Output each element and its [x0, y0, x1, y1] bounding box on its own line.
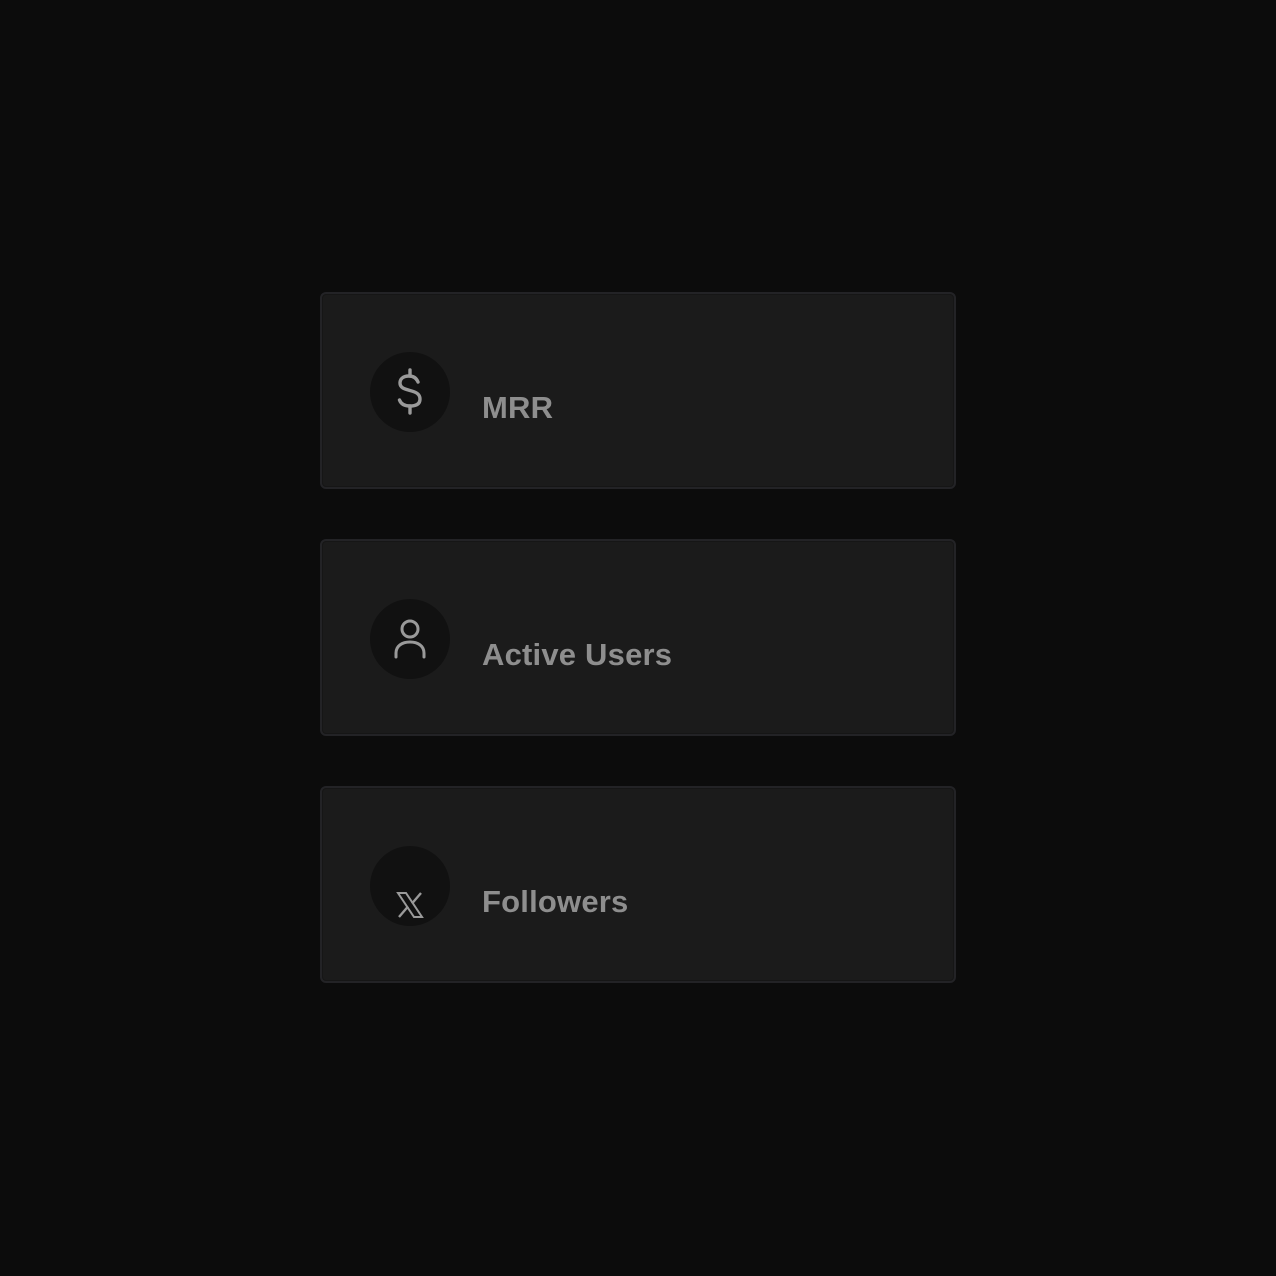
metric-card-active-users: Active Users [320, 539, 956, 736]
x-logo-icon [370, 846, 450, 926]
metric-card-mrr: MRR [320, 292, 956, 489]
metric-label: MRR [482, 390, 554, 425]
metric-label: Followers [482, 884, 629, 919]
metric-card-followers: Followers [320, 786, 956, 983]
metric-label: Active Users [482, 637, 673, 672]
metric-cards: MRR Active Users Followers [320, 292, 956, 983]
user-icon [370, 599, 450, 679]
dollar-icon [370, 352, 450, 432]
